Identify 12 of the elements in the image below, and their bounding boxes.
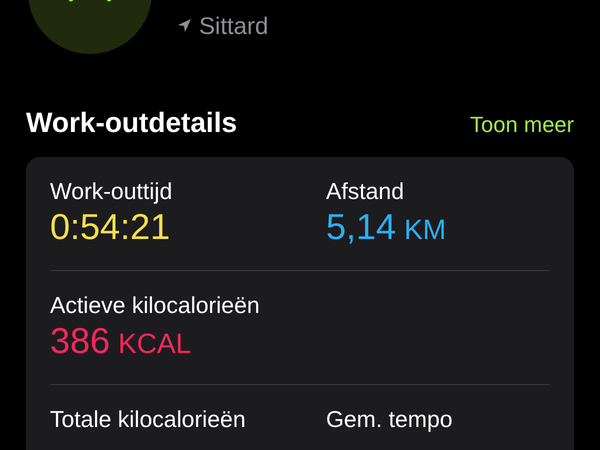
- metric-label: Actieve kilocalorieën: [50, 291, 261, 319]
- metric-label: Gem. tempo: [326, 405, 454, 433]
- location-text: Sittard: [199, 13, 268, 41]
- show-more-link[interactable]: Toon meer: [470, 110, 574, 140]
- metric-value: 0:54:21: [50, 205, 172, 249]
- metric-label: Totale kilocalorieën: [50, 405, 247, 433]
- section-title: Work-outdetails: [26, 106, 238, 140]
- metric-label: Afstand: [326, 177, 405, 205]
- metric-value: 5,14 KM: [326, 205, 448, 249]
- location-arrow-icon: [178, 19, 191, 32]
- metric-label: Work-outtijd: [50, 177, 174, 205]
- metric-value: 386 KCAL: [50, 319, 192, 363]
